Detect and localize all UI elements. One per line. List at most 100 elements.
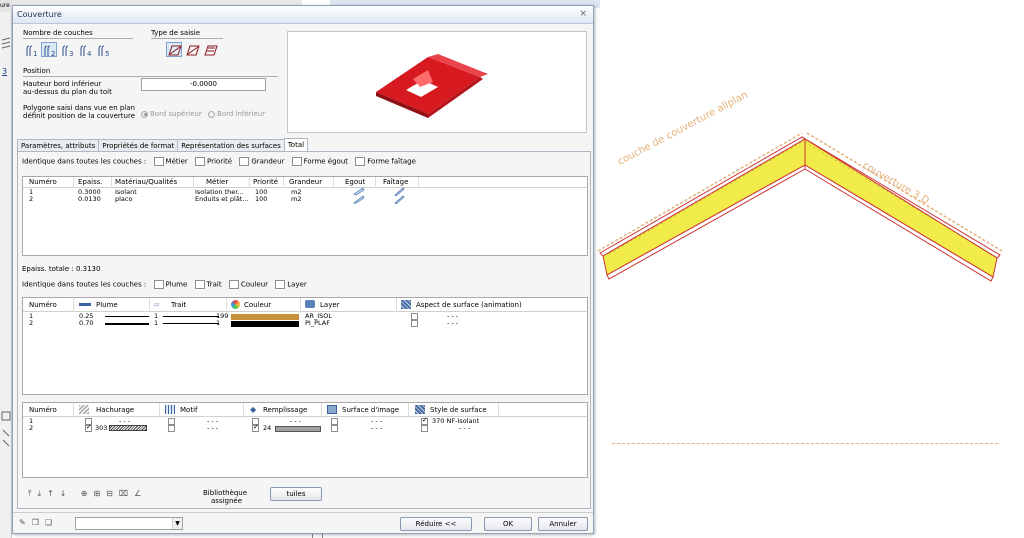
favorites-combo[interactable]: ▼ — [75, 517, 183, 530]
table-row[interactable]: 2 0.0130 placo Enduits et plât... 100 m2 — [23, 195, 587, 204]
position-label: Position — [23, 67, 278, 77]
chevron-down-icon[interactable]: ▼ — [172, 518, 182, 529]
col-egout: Egout — [345, 178, 366, 186]
background-link[interactable]: 3 — [2, 67, 7, 76]
fill-bucket-icon: ◆ — [250, 405, 257, 414]
tab-total[interactable]: Total — [283, 138, 309, 152]
tool-icon[interactable] — [1, 36, 11, 60]
hatch-sample — [109, 425, 147, 431]
table-row[interactable]: 2 303 - - - 24 - - - - - - — [23, 424, 587, 432]
input-type-3-button[interactable] — [202, 42, 218, 57]
roof-parallelogram-icon — [186, 45, 200, 56]
move-top-icon[interactable]: ⤒ — [28, 489, 32, 499]
radio-top-label: Bord supérieur — [150, 110, 202, 118]
eave-shape-icon[interactable] — [353, 195, 365, 204]
cell-fill: 24 — [263, 424, 272, 432]
dialog-title: Couverture — [17, 10, 62, 19]
pattern-checkbox[interactable] — [168, 425, 175, 432]
pipette-icon[interactable]: ✎ — [19, 518, 26, 527]
checkbox-layer[interactable] — [275, 280, 286, 289]
pattern-checkbox[interactable] — [168, 418, 175, 425]
angle-icon[interactable]: ∠ — [134, 489, 141, 498]
col-priorite: Priorité — [253, 178, 279, 186]
layers-5-button[interactable]: 5 — [95, 42, 111, 57]
col-motif: Motif — [180, 406, 198, 414]
cell-line: 1 — [154, 319, 159, 327]
cell-priority: 100 — [255, 195, 268, 203]
aspect-checkbox[interactable] — [411, 313, 418, 320]
radio-dot — [141, 110, 148, 118]
pen-line-sample — [105, 316, 149, 317]
ok-button[interactable]: OK — [484, 517, 532, 531]
style-checkbox[interactable] — [421, 417, 428, 425]
layers-icon: 2 — [44, 45, 55, 57]
identical-row-2: Identique dans toutes les couches : Plum… — [22, 280, 307, 289]
surfaces-table-header: Numéro Hachurage Motif ◆ Remplissage Sur… — [23, 403, 587, 417]
cell-thickness: 0.0130 — [78, 195, 101, 203]
roof-parallelogram-icon — [204, 45, 218, 56]
radio-top-edge[interactable]: Bord supérieur — [141, 110, 202, 118]
table-row[interactable]: 1 0.3000 Isolant Isolation ther... 100 m… — [23, 187, 587, 196]
aspect-checkbox[interactable] — [411, 320, 418, 327]
checkbox-priorite[interactable] — [195, 157, 205, 166]
tool-icon-lower[interactable] — [1, 410, 11, 450]
table-row[interactable]: 2 0.70 1 1 PI_PLAF - - - — [23, 320, 587, 327]
library-label: Bibliothèque assignée — [203, 489, 247, 505]
checkbox-plume-label: Plume — [165, 280, 188, 289]
col-metier: Métier — [206, 178, 229, 186]
reduce-button[interactable]: Réduire << — [400, 517, 472, 531]
layers-1-button[interactable]: 1 — [23, 42, 39, 57]
input-type-1-button[interactable] — [166, 42, 182, 57]
merge-layer-icon[interactable]: ⊟ — [106, 489, 113, 498]
layer-icon — [305, 300, 315, 308]
checkbox-grandeur[interactable] — [239, 157, 250, 166]
cancel-button[interactable]: Annuler — [538, 517, 588, 531]
checkbox-plume[interactable] — [153, 280, 164, 289]
ridge-shape-icon[interactable] — [393, 195, 405, 204]
col-grandeur: Grandeur — [289, 178, 323, 186]
hatch-checkbox[interactable] — [85, 424, 92, 432]
close-icon[interactable]: × — [579, 9, 587, 19]
library-tuiles-button[interactable]: tuiles — [270, 487, 322, 501]
layers-count-label: Nombre de couches — [23, 29, 133, 39]
image-checkbox[interactable] — [331, 425, 338, 432]
height-label-line1: Hauteur bord inférieur — [23, 80, 102, 88]
library-label-line2: assignée — [211, 497, 243, 505]
radio-bottom-edge[interactable]: Bord inférieur — [208, 110, 265, 118]
layers-3-button[interactable]: 3 — [59, 42, 75, 57]
checkbox-metier[interactable] — [153, 157, 164, 166]
load-favorite-icon[interactable]: ❏ — [45, 518, 52, 527]
fill-checkbox[interactable] — [252, 424, 259, 432]
cell-num: 2 — [29, 319, 34, 327]
cell-material: placo — [115, 195, 133, 203]
move-down-icon[interactable]: ↓ — [60, 489, 67, 498]
add-layer-icon[interactable]: ⊞ — [93, 489, 100, 498]
insert-layer-icon[interactable]: ⊕ — [81, 489, 88, 498]
format-table: Numéro Plume ▭ Trait Couleur Layer Aspec… — [22, 297, 588, 395]
col-materiau: Matériau/Qualités — [115, 178, 178, 186]
checkbox-trait[interactable] — [194, 280, 205, 289]
move-bottom-icon[interactable]: ⤓ — [38, 489, 42, 499]
move-up-icon[interactable]: ↑ — [47, 489, 54, 498]
dashed-guide-line — [612, 443, 998, 444]
background-tab[interactable]: ure — [0, 0, 12, 12]
cell-layer: PI_PLAF — [305, 319, 330, 327]
table-row[interactable]: 1 - - - - - - - - - - - - 370 NF-Isolant — [23, 417, 587, 425]
save-favorite-icon[interactable]: ❐ — [32, 518, 39, 527]
height-input[interactable]: -0.0000 — [141, 78, 266, 91]
delete-layer-icon[interactable]: ⌧ — [119, 489, 128, 498]
cell-style: - - - — [459, 424, 471, 432]
layers-table-header: Numéro Epaiss. Matériau/Qualités Métier … — [23, 177, 587, 188]
style-checkbox[interactable] — [421, 425, 428, 432]
checkbox-forme-faitage[interactable] — [355, 157, 366, 166]
input-type-2-button[interactable] — [184, 42, 200, 57]
checkbox-forme-egout[interactable] — [291, 157, 302, 166]
identical-label-2: Identique dans toutes les couches : — [22, 280, 147, 289]
layers-4-button[interactable]: 4 — [77, 42, 93, 57]
image-checkbox[interactable] — [331, 418, 338, 425]
cell-aspect: - - - — [447, 319, 459, 327]
layers-2-button[interactable]: 2 — [41, 42, 57, 57]
cell-pen: 0.70 — [79, 319, 94, 327]
col-layer: Layer — [320, 301, 340, 309]
checkbox-couleur[interactable] — [228, 280, 239, 289]
